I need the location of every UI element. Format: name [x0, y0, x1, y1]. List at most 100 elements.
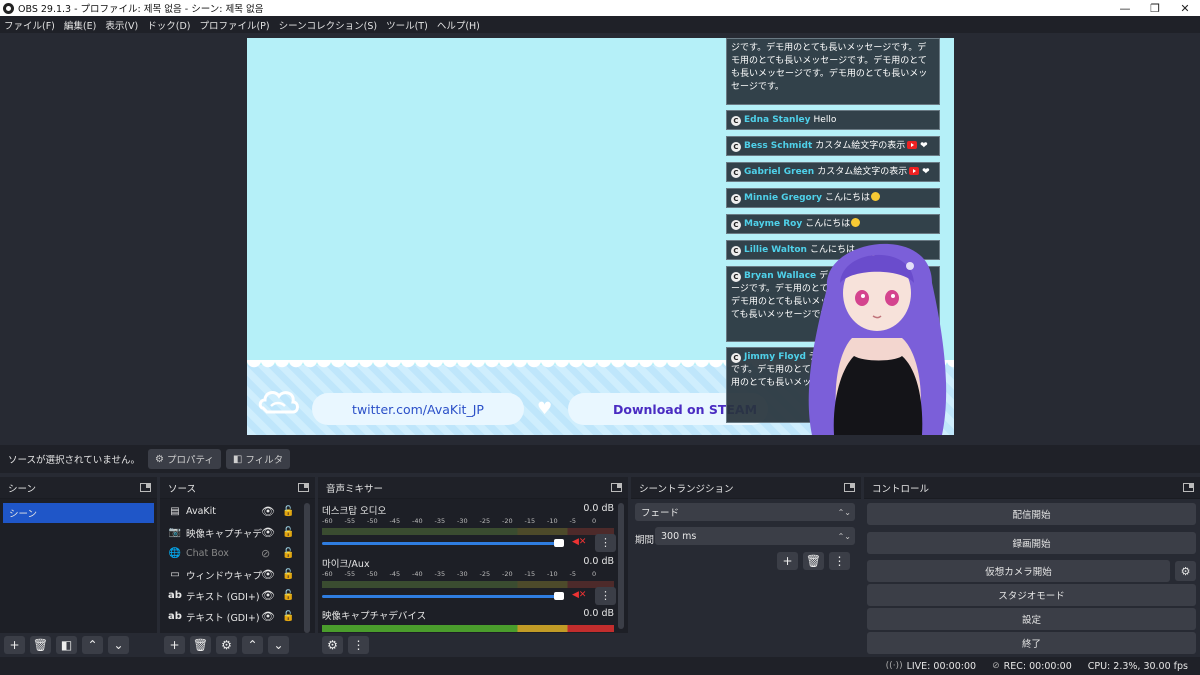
muted-speaker-icon[interactable]: ◀✕ — [572, 537, 586, 547]
duration-spinbox[interactable]: 300 ms ⌃⌄ — [655, 527, 855, 545]
lock-icon[interactable]: 🔓 — [282, 527, 294, 538]
vtuber-avatar — [808, 243, 947, 435]
chat-avatar-icon: C — [731, 142, 741, 152]
add-scene-button[interactable]: + — [4, 636, 25, 654]
source-item[interactable]: ▭ ウィンドウキャプチャ 👁 🔓 — [160, 564, 315, 585]
channel-menu-button[interactable]: ⋮ — [595, 534, 616, 552]
channel-menu-button[interactable]: ⋮ — [595, 587, 616, 605]
restore-icon[interactable]: ❐ — [1140, 0, 1170, 16]
visibility-eye-icon[interactable]: 👁 — [261, 505, 275, 518]
menu-tools[interactable]: ツール(T) — [386, 18, 428, 32]
meter-scale-tick: -40 — [412, 517, 423, 525]
menu-file[interactable]: ファイル(F) — [4, 18, 55, 32]
volume-slider[interactable] — [322, 542, 556, 545]
virtual-camera-settings-gear-icon[interactable]: ⚙ — [1175, 561, 1196, 581]
visibility-eye-icon[interactable]: 👁 — [261, 568, 275, 581]
move-source-up-button[interactable]: ⌃ — [242, 636, 263, 654]
remove-transition-button[interactable]: 🗑 — [803, 552, 824, 570]
scenes-dock-title: シーン — [8, 483, 37, 495]
duration-label: 期間 — [635, 535, 655, 546]
start-recording-button[interactable]: 録画開始 — [867, 532, 1196, 554]
exit-button[interactable]: 終了 — [867, 632, 1196, 654]
advanced-audio-button[interactable]: ⚙ — [322, 636, 343, 654]
volume-slider-handle[interactable] — [554, 539, 564, 547]
preview-area: twitter.com/AvaKit_JP ♥ Download on STEA… — [0, 33, 1200, 440]
muted-speaker-icon[interactable]: ◀✕ — [572, 590, 586, 600]
meter-scale-tick: -45 — [389, 517, 401, 525]
volume-slider-handle[interactable] — [554, 592, 564, 600]
title-bar: OBS 29.1.3 - プロファイル: 제목 없음 - シーン: 제목 없음 … — [0, 0, 1200, 16]
source-properties-button[interactable]: ⚙ — [216, 636, 237, 654]
controls-dock-title: コントロール — [872, 483, 930, 495]
undock-icon[interactable] — [140, 483, 151, 492]
studio-mode-button[interactable]: スタジオモード — [867, 584, 1196, 606]
move-scene-down-button[interactable]: ⌄ — [108, 636, 129, 654]
hidden-eye-icon[interactable]: ⊘ — [261, 547, 270, 560]
preview-canvas[interactable]: twitter.com/AvaKit_JP ♥ Download on STEA… — [247, 38, 954, 435]
meter-scale-tick: 0 — [592, 570, 597, 578]
source-item[interactable]: 📷 映像キャプチャデバイス 👁 🔓 — [160, 522, 315, 543]
add-source-button[interactable]: + — [164, 636, 185, 654]
visibility-eye-icon[interactable]: 👁 — [261, 610, 275, 623]
channel-name: 映像キャプチャデバイス — [322, 611, 427, 622]
source-item[interactable]: ab テキスト (GDI+) 👁 🔓 — [160, 606, 315, 627]
sources-scrollbar[interactable] — [304, 503, 310, 633]
source-item[interactable]: 🌐 Chat Box ⊘ 🔓 — [160, 543, 315, 564]
undock-icon[interactable] — [611, 483, 622, 492]
meter-scale-tick: -35 — [434, 517, 446, 525]
source-item[interactable]: ▤ AvaKit 👁 🔓 — [160, 501, 315, 522]
settings-button[interactable]: 設定 — [867, 608, 1196, 630]
mixer-channel: 마이크/Aux 0.0 dB -60 -55 -50 -45 -40 -35 -30 -25 -2… — [322, 556, 616, 605]
transition-menu-button[interactable]: ⋮ — [829, 552, 850, 570]
visibility-eye-icon[interactable]: 👁 — [261, 589, 275, 602]
window-icon: ▭ — [170, 569, 180, 580]
sources-toolbar: + 🗑 ⚙ ⌃ ⌄ — [160, 633, 315, 657]
menu-bar: ファイル(F) 編集(E) 表示(V) ドック(D) プロファイル(P) シーン… — [0, 16, 1200, 33]
menu-scene-collection[interactable]: シーンコレクション(S) — [279, 18, 377, 32]
undock-icon[interactable] — [1183, 483, 1194, 492]
source-item[interactable]: ab テキスト (GDI+) 2 👁 🔓 — [160, 585, 315, 606]
start-virtual-camera-button[interactable]: 仮想カメラ開始 — [867, 560, 1170, 582]
lock-icon[interactable]: 🔓 — [282, 590, 294, 601]
menu-edit[interactable]: 編集(E) — [64, 18, 96, 32]
lock-icon[interactable]: 🔓 — [282, 506, 294, 517]
scene-filters-button[interactable]: ◧ — [56, 636, 77, 654]
visibility-eye-icon[interactable]: 👁 — [261, 526, 275, 539]
add-transition-button[interactable]: + — [777, 552, 798, 570]
mixer-scrollbar[interactable] — [618, 503, 624, 629]
menu-docks[interactable]: ドック(D) — [147, 18, 190, 32]
window-title: OBS 29.1.3 - プロファイル: 제목 없음 - シーン: 제목 없음 — [18, 4, 264, 15]
lock-icon[interactable]: 🔓 — [282, 611, 294, 622]
close-icon[interactable]: ✕ — [1170, 0, 1200, 16]
remove-source-button[interactable]: 🗑 — [190, 636, 211, 654]
volume-slider[interactable] — [322, 595, 556, 598]
chat-avatar-icon: C — [731, 272, 741, 282]
spin-arrows-icon[interactable]: ⌃⌄ — [838, 532, 851, 541]
volume-meter — [322, 528, 614, 535]
meter-scale-tick: -55 — [344, 570, 356, 578]
menu-profile[interactable]: プロファイル(P) — [199, 18, 269, 32]
obs-logo-icon — [3, 2, 14, 14]
move-scene-up-button[interactable]: ⌃ — [82, 636, 103, 654]
filters-button[interactable]: ◧ フィルタ — [225, 449, 291, 469]
mixer-channel: 데스크탑 오디오 0.0 dB -60 -55 -50 -45 -40 -35 -30 -25-… — [322, 503, 616, 552]
start-streaming-button[interactable]: 配信開始 — [867, 503, 1196, 525]
meter-scale-tick: -10 — [547, 517, 558, 525]
remove-scene-button[interactable]: 🗑 — [30, 636, 51, 654]
lock-icon[interactable]: 🔓 — [282, 548, 294, 559]
scene-item[interactable]: シーン — [3, 503, 154, 523]
meter-scale-tick: -20 — [502, 570, 513, 578]
minimize-icon[interactable]: — — [1110, 0, 1140, 16]
undock-icon[interactable] — [844, 483, 855, 492]
undock-icon[interactable] — [298, 483, 309, 492]
transition-select[interactable]: フェード ⌃⌄ — [635, 503, 855, 521]
properties-button[interactable]: ⚙ プロパティ — [148, 449, 221, 469]
lock-icon[interactable]: 🔓 — [282, 569, 294, 580]
chat-text: Hello — [813, 115, 837, 125]
properties-label: プロパティ — [166, 455, 214, 466]
move-source-down-button[interactable]: ⌄ — [268, 636, 289, 654]
menu-view[interactable]: 表示(V) — [105, 18, 138, 32]
menu-help[interactable]: ヘルプ(H) — [437, 18, 480, 32]
mixer-menu-button[interactable]: ⋮ — [348, 636, 369, 654]
chat-avatar-icon: C — [731, 116, 741, 126]
